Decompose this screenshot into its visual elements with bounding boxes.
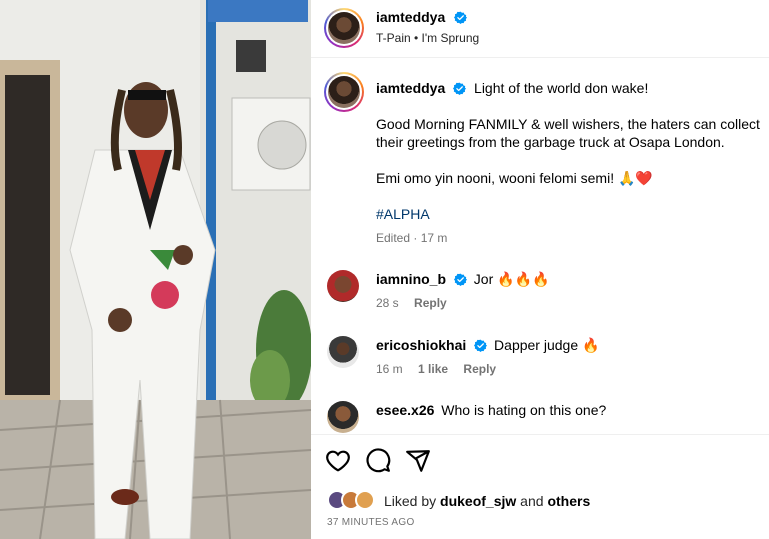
verified-badge-icon — [453, 273, 467, 286]
caption-username[interactable]: iamteddya — [376, 80, 445, 96]
author-username[interactable]: iamteddya — [376, 9, 445, 25]
actions-divider — [311, 434, 769, 435]
post-photo[interactable] — [0, 0, 311, 539]
post-timestamp: 37 MINUTES AGO — [327, 517, 415, 528]
liker-username[interactable]: dukeof_sjw — [440, 493, 516, 509]
caption-paragraph-1: Good Morning FANMILY & well wishers, the… — [376, 116, 760, 150]
comment-text: Who is hating on this one? — [441, 402, 607, 418]
post-header: iamteddya T-Pain • I'm Sprung — [311, 0, 769, 58]
heart-icon[interactable] — [325, 448, 351, 474]
photo-illustration — [0, 0, 311, 539]
liked-by-others[interactable]: others — [547, 493, 590, 509]
commenter-avatar[interactable] — [327, 270, 359, 302]
commenter-username[interactable]: esee.x26 — [376, 402, 434, 418]
liked-by-middle: and — [516, 493, 548, 509]
liked-by-prefix: Liked by — [384, 493, 441, 509]
audio-track[interactable]: T-Pain • I'm Sprung — [376, 31, 479, 45]
share-icon[interactable] — [405, 448, 431, 474]
caption-paragraph-2: Emi omo yin nooni, wooni felomi semi! 🙏❤… — [376, 170, 653, 186]
commenter-avatar[interactable] — [327, 336, 359, 368]
caption-text: iamteddya Light of the world don wake! G… — [376, 79, 761, 247]
commenter-username[interactable]: ericoshiokhai — [376, 337, 466, 353]
comment-time: 28 s — [376, 296, 399, 310]
reply-button[interactable]: Reply — [414, 296, 447, 310]
caption-meta: Edited · 17 m — [376, 231, 448, 245]
comment-likes[interactable]: 1 like — [418, 362, 448, 376]
verified-badge-icon — [474, 339, 488, 352]
reply-button[interactable]: Reply — [463, 362, 496, 376]
author-avatar[interactable] — [324, 8, 364, 48]
action-bar — [311, 438, 769, 488]
liker-avatars — [327, 490, 381, 512]
hashtag-link[interactable]: #ALPHA — [376, 206, 430, 222]
verified-badge-icon — [453, 82, 467, 95]
caption-avatar[interactable] — [324, 72, 364, 112]
comment-icon[interactable] — [365, 448, 391, 474]
comment-text: Dapper judge 🔥 — [494, 337, 600, 353]
comment-text: Jor 🔥🔥🔥 — [473, 271, 550, 287]
commenter-avatar[interactable] — [327, 401, 359, 433]
commenter-username[interactable]: iamnino_b — [376, 271, 446, 287]
caption-first-line: Light of the world don wake! — [474, 80, 649, 96]
verified-badge-icon — [453, 11, 467, 24]
comment-time: 16 m — [376, 362, 403, 376]
post-panel: iamteddya T-Pain • I'm Sprung iamteddya … — [311, 0, 769, 539]
